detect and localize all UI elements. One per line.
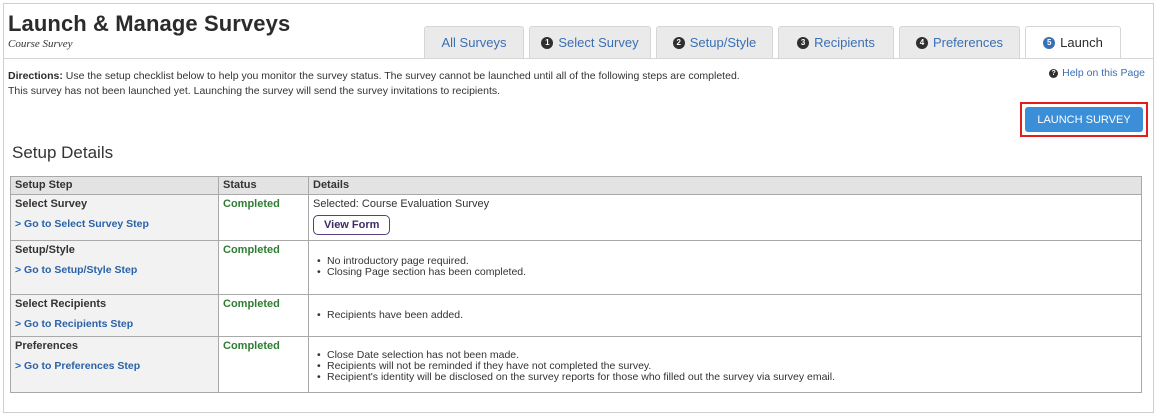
help-label: Help on this Page	[1062, 67, 1145, 79]
setup-table: Setup Step Status Details Select Survey …	[10, 176, 1142, 393]
table-header-row: Setup Step Status Details	[10, 176, 1142, 195]
step-name: Preferences	[15, 340, 78, 352]
details-list: Recipients have been added.	[313, 310, 1137, 322]
details-cell: Close Date selection has not been made. …	[308, 336, 1142, 393]
selected-survey-text: Selected: Course Evaluation Survey	[313, 198, 490, 210]
details-cell: Recipients have been added.	[308, 294, 1142, 337]
tab-label: Preferences	[932, 35, 1004, 50]
step-tabs: All Surveys 1 Select Survey 2 Setup/Styl…	[424, 26, 1126, 58]
status-cell: Completed	[218, 240, 309, 295]
status-cell: Completed	[218, 294, 309, 337]
page-title: Launch & Manage Surveys	[8, 11, 291, 36]
table-row: Select Survey > Go to Select Survey Step…	[10, 194, 1142, 241]
tab-label: Setup/Style	[689, 35, 757, 50]
status-cell: Completed	[218, 194, 309, 241]
section-title: Setup Details	[12, 143, 114, 162]
table-row: Setup/Style > Go to Setup/Style Step Com…	[10, 240, 1142, 295]
step-number-icon: 5	[1043, 36, 1056, 49]
tab-launch[interactable]: 5 Launch	[1025, 26, 1121, 58]
status-text: Completed	[223, 340, 280, 352]
step-cell: Preferences > Go to Preferences Step	[10, 336, 219, 393]
step-number-icon: 4	[915, 36, 928, 49]
view-form-button[interactable]: View Form	[313, 215, 391, 235]
question-icon: ?	[1049, 68, 1059, 78]
launch-survey-button[interactable]: LAUNCH SURVEY	[1025, 107, 1143, 132]
directions-line1: Use the setup checklist below to help yo…	[65, 70, 740, 82]
tab-label: Recipients	[814, 35, 875, 50]
tab-preferences[interactable]: 4 Preferences	[899, 26, 1020, 58]
step-name: Select Survey	[15, 198, 88, 210]
tab-label: All Surveys	[441, 35, 507, 50]
tab-select-survey[interactable]: 1 Select Survey	[529, 26, 651, 58]
go-to-setup-style-link[interactable]: > Go to Setup/Style Step	[15, 264, 214, 276]
column-header-status: Status	[218, 176, 309, 195]
tab-divider	[4, 58, 1153, 59]
list-item: Recipients have been added.	[317, 310, 1137, 322]
status-text: Completed	[223, 198, 280, 210]
help-link[interactable]: ? Help on this Page	[1049, 67, 1145, 79]
status-cell: Completed	[218, 336, 309, 393]
go-to-select-survey-link[interactable]: > Go to Select Survey Step	[15, 218, 214, 230]
tab-setup-style[interactable]: 2 Setup/Style	[656, 26, 773, 58]
list-item: Recipient's identity will be disclosed o…	[317, 372, 1137, 384]
details-cell: Selected: Course Evaluation Survey View …	[308, 194, 1142, 241]
details-cell: No introductory page required. Closing P…	[308, 240, 1142, 295]
step-cell: Select Recipients > Go to Recipients Ste…	[10, 294, 219, 337]
details-list: No introductory page required. Closing P…	[313, 256, 1137, 279]
step-number-icon: 2	[672, 36, 685, 49]
go-to-recipients-link[interactable]: > Go to Recipients Step	[15, 318, 214, 330]
tab-label: Select Survey	[558, 35, 639, 50]
step-number-icon: 1	[541, 36, 554, 49]
go-to-preferences-link[interactable]: > Go to Preferences Step	[15, 360, 214, 372]
step-name: Setup/Style	[15, 244, 75, 256]
tab-all-surveys[interactable]: All Surveys	[424, 26, 524, 58]
directions-line2: This survey has not been launched yet. L…	[8, 85, 501, 97]
status-text: Completed	[223, 244, 280, 256]
page-subtitle: Course Survey	[8, 38, 73, 50]
directions-text: Directions: Use the setup checklist belo…	[8, 69, 908, 99]
step-name: Select Recipients	[15, 298, 107, 310]
table-row: Preferences > Go to Preferences Step Com…	[10, 336, 1142, 393]
column-header-step: Setup Step	[10, 176, 219, 195]
tab-label: Launch	[1060, 35, 1103, 50]
tab-recipients[interactable]: 3 Recipients	[778, 26, 894, 58]
status-text: Completed	[223, 298, 280, 310]
step-cell: Select Survey > Go to Select Survey Step	[10, 194, 219, 241]
directions-label: Directions:	[8, 70, 63, 82]
table-row: Select Recipients > Go to Recipients Ste…	[10, 294, 1142, 337]
column-header-details: Details	[308, 176, 1142, 195]
details-list: Close Date selection has not been made. …	[313, 350, 1137, 384]
step-number-icon: 3	[797, 36, 810, 49]
list-item: Closing Page section has been completed.	[317, 267, 1137, 279]
step-cell: Setup/Style > Go to Setup/Style Step	[10, 240, 219, 295]
